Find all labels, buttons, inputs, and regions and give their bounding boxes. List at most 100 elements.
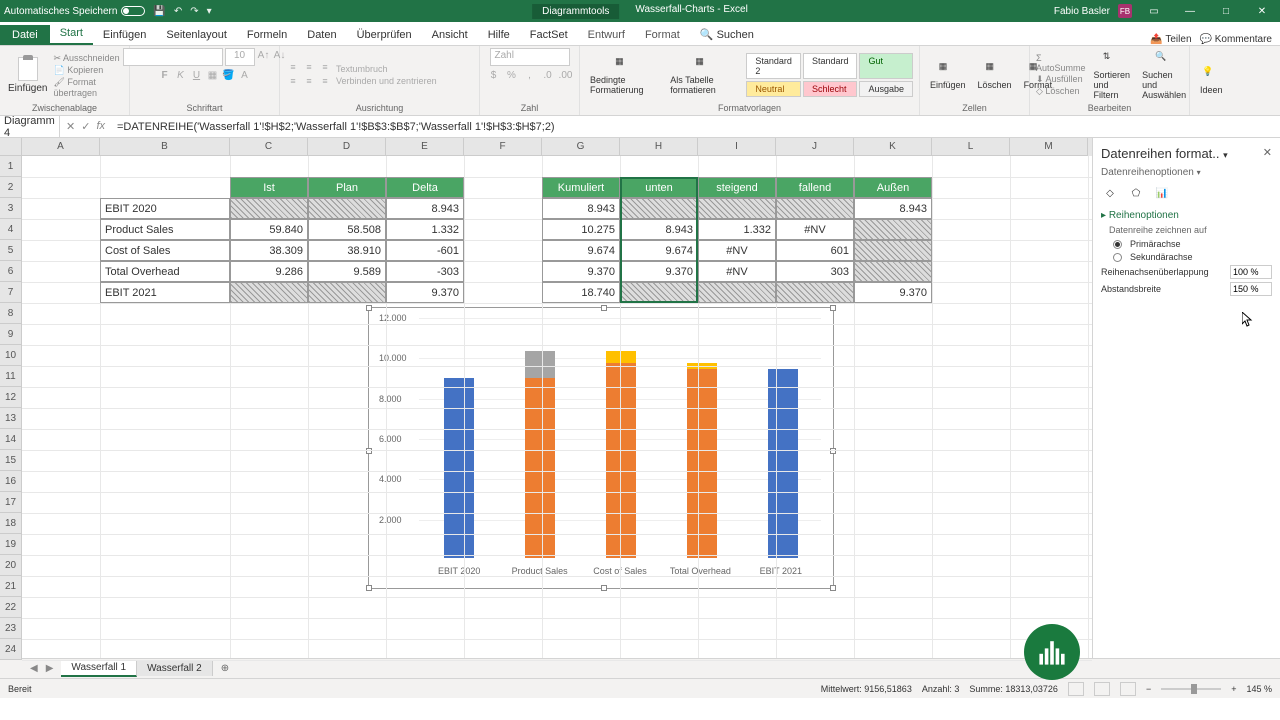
row-header-18[interactable]: 18 — [0, 513, 22, 534]
t1-ist-3[interactable]: 9.286 — [230, 261, 308, 282]
gap-width-input[interactable] — [1230, 282, 1272, 296]
formula-input[interactable]: =DATENREIHE('Wasserfall 1'!$H$2;'Wasserf… — [111, 119, 1280, 135]
minimize-icon[interactable]: — — [1176, 6, 1204, 17]
row-header-16[interactable]: 16 — [0, 471, 22, 492]
chart-bar-Cost of Sales-fallend[interactable] — [606, 351, 636, 363]
secondary-axis-radio[interactable] — [1113, 253, 1122, 262]
tab-insert[interactable]: Einfügen — [93, 25, 156, 45]
t2-r3c4[interactable] — [854, 261, 932, 282]
close-pane-icon[interactable]: ✕ — [1263, 146, 1272, 159]
conditional-format-button[interactable]: ▦Bedingte Formatierung — [586, 54, 662, 97]
zoom-in-icon[interactable]: + — [1231, 684, 1236, 694]
style-neutral[interactable]: Neutral — [746, 81, 801, 97]
save-icon[interactable]: 💾 — [153, 6, 165, 17]
fill-color-button[interactable]: 🪣 — [222, 68, 236, 82]
cut-button[interactable]: ✂ Ausschneiden — [53, 53, 123, 64]
t2-header-2[interactable]: steigend — [698, 177, 776, 198]
t1-delta-0[interactable]: 8.943 — [386, 198, 464, 219]
t2-r4c2[interactable] — [698, 282, 776, 303]
waterfall-chart[interactable]: EBIT 2020Product SalesCost of SalesTotal… — [368, 307, 834, 589]
row-header-13[interactable]: 13 — [0, 408, 22, 429]
normal-view-icon[interactable] — [1068, 682, 1084, 696]
series-options-header[interactable]: ▸ Reihenoptionen — [1101, 210, 1272, 221]
t1-delta-3[interactable]: -303 — [386, 261, 464, 282]
t1-label-1[interactable]: Product Sales — [100, 219, 230, 240]
autosum-button[interactable]: Σ AutoSumme — [1036, 53, 1086, 73]
next-sheet-icon[interactable]: ▶ — [46, 663, 54, 674]
pane-subtitle[interactable]: Datenreihenoptionen ▾ — [1101, 167, 1272, 178]
tab-factset[interactable]: FactSet — [520, 25, 578, 45]
insert-cells-button[interactable]: ▦Einfügen — [926, 59, 970, 92]
format-painter-button[interactable]: 🖌 Format übertragen — [53, 77, 123, 98]
border-button[interactable]: ▦ — [206, 68, 220, 82]
row-header-24[interactable]: 24 — [0, 639, 22, 660]
copy-button[interactable]: 📄 Kopieren — [53, 65, 123, 76]
autosave-toggle[interactable]: Automatisches Speichern — [4, 6, 145, 17]
chart-bar-Total Overhead-unten[interactable] — [687, 369, 717, 558]
t2-r0c1[interactable] — [620, 198, 698, 219]
sort-filter-button[interactable]: ⇅Sortieren und Filtern — [1090, 49, 1135, 102]
t1-label-3[interactable]: Total Overhead — [100, 261, 230, 282]
row-header-22[interactable]: 22 — [0, 597, 22, 618]
ribbon-display-icon[interactable]: ▭ — [1140, 6, 1168, 17]
col-header-B[interactable]: B — [100, 138, 230, 156]
name-box[interactable]: Diagramm 4 — [0, 116, 60, 137]
maximize-icon[interactable]: □ — [1212, 6, 1240, 17]
chart-bar-Product Sales-unten[interactable] — [525, 378, 555, 558]
row-header-17[interactable]: 17 — [0, 492, 22, 513]
t2-r2c1[interactable]: 9.674 — [620, 240, 698, 261]
col-header-D[interactable]: D — [308, 138, 386, 156]
paste-button[interactable]: Einfügen — [6, 55, 49, 96]
series-options-icon[interactable]: 📊 — [1153, 184, 1171, 202]
currency-icon[interactable]: $ — [487, 68, 501, 82]
tab-help[interactable]: Hilfe — [478, 25, 520, 45]
tab-view[interactable]: Ansicht — [422, 25, 478, 45]
tab-formulas[interactable]: Formeln — [237, 25, 297, 45]
effects-icon[interactable]: ⬠ — [1127, 184, 1145, 202]
chart-bar-EBIT 2021-Außen[interactable] — [768, 369, 798, 558]
fill-line-icon[interactable]: ◇ — [1101, 184, 1119, 202]
t1-label-4[interactable]: EBIT 2021 — [100, 282, 230, 303]
style-standard[interactable]: Standard — [803, 53, 858, 79]
style-bad[interactable]: Schlecht — [803, 81, 858, 97]
col-header-I[interactable]: I — [698, 138, 776, 156]
qat-more-icon[interactable]: ▾ — [207, 6, 212, 17]
row-header-19[interactable]: 19 — [0, 534, 22, 555]
ideas-button[interactable]: 💡Ideen — [1196, 64, 1227, 97]
zoom-level[interactable]: 145 % — [1246, 684, 1272, 694]
clear-button[interactable]: ◇ Löschen — [1036, 86, 1086, 97]
sheet-tab-2[interactable]: Wasserfall 2 — [137, 661, 213, 676]
zoom-out-icon[interactable]: − — [1146, 684, 1151, 694]
decrease-decimal-icon[interactable]: .00 — [559, 68, 573, 82]
row-header-4[interactable]: 4 — [0, 219, 22, 240]
t1-label-0[interactable]: EBIT 2020 — [100, 198, 230, 219]
col-header-K[interactable]: K — [854, 138, 932, 156]
t1-ist-0[interactable] — [230, 198, 308, 219]
style-good[interactable]: Gut — [859, 53, 913, 79]
row-header-11[interactable]: 11 — [0, 366, 22, 387]
number-format-select[interactable]: Zahl — [490, 48, 570, 66]
t1-ist-2[interactable]: 38.309 — [230, 240, 308, 261]
percent-icon[interactable]: % — [505, 68, 519, 82]
add-sheet-icon[interactable]: ⊕ — [213, 661, 237, 676]
t2-header-0[interactable]: Kumuliert — [542, 177, 620, 198]
t1-plan-3[interactable]: 9.589 — [308, 261, 386, 282]
fx-icon[interactable]: fx — [96, 120, 105, 133]
t2-r1c4[interactable] — [854, 219, 932, 240]
t2-r1c2[interactable]: 1.332 — [698, 219, 776, 240]
align-top-icon[interactable]: ≡ — [286, 62, 300, 74]
col-header-J[interactable]: J — [776, 138, 854, 156]
t2-header-3[interactable]: fallend — [776, 177, 854, 198]
col-header-H[interactable]: H — [620, 138, 698, 156]
row-header-8[interactable]: 8 — [0, 303, 22, 324]
t2-header-1[interactable]: unten — [620, 177, 698, 198]
t2-r4c0[interactable]: 18.740 — [542, 282, 620, 303]
tab-pagelayout[interactable]: Seitenlayout — [156, 25, 237, 45]
row-header-15[interactable]: 15 — [0, 450, 22, 471]
row-header-6[interactable]: 6 — [0, 261, 22, 282]
redo-icon[interactable]: ↷ — [190, 6, 198, 17]
t2-r2c3[interactable]: 601 — [776, 240, 854, 261]
t1-label-2[interactable]: Cost of Sales — [100, 240, 230, 261]
row-header-14[interactable]: 14 — [0, 429, 22, 450]
wrap-text-button[interactable]: Textumbruch — [336, 64, 437, 74]
